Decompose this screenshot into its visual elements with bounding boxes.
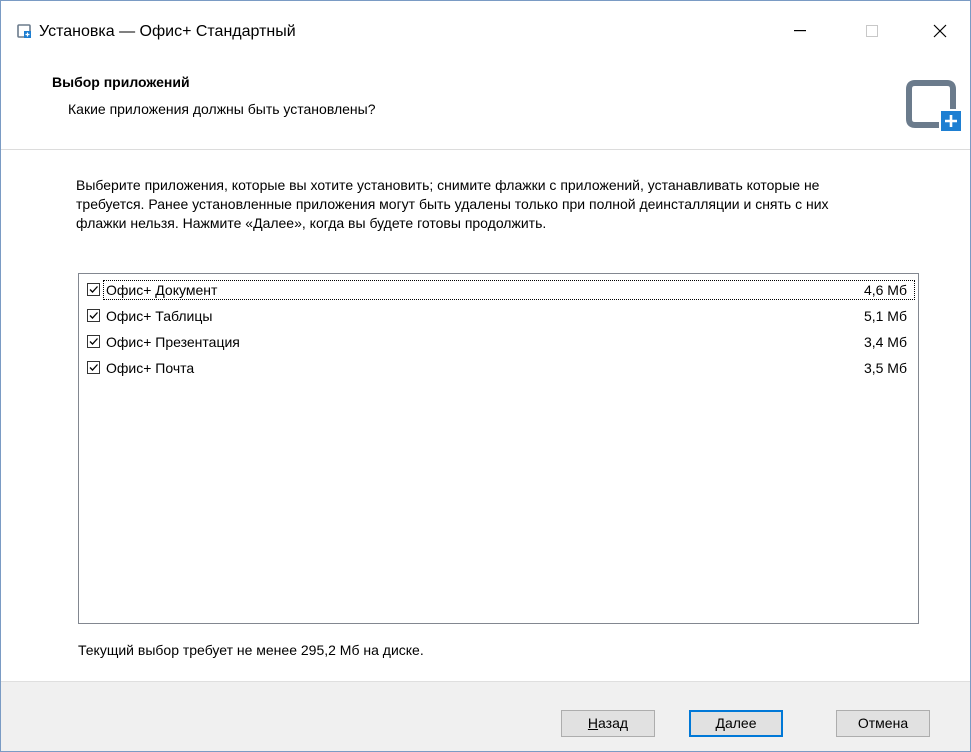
- close-icon: [933, 24, 947, 38]
- component-checkbox[interactable]: [87, 283, 100, 296]
- minimize-button[interactable]: [777, 9, 823, 53]
- maximize-icon: [866, 25, 878, 37]
- next-button[interactable]: Далее: [689, 710, 783, 737]
- app-icon: [17, 24, 31, 38]
- minimize-icon: [794, 30, 806, 32]
- instructions-text: Выберите приложения, которые вы хотите у…: [76, 177, 829, 231]
- title-bar[interactable]: Установка — Офис+ Стандартный: [1, 1, 970, 61]
- app-logo-icon: [906, 80, 961, 131]
- component-size: 5,1 Мб: [863, 308, 907, 324]
- next-accelerator: Д: [715, 715, 725, 731]
- header-separator: [1, 149, 970, 150]
- component-size: 3,4 Мб: [863, 334, 907, 350]
- checkmark-icon: [89, 364, 98, 371]
- back-accelerator: Н: [587, 715, 599, 731]
- component-label: Офис+ Документ: [106, 282, 218, 298]
- close-button[interactable]: [917, 9, 963, 53]
- component-item-presentation[interactable]: Офис+ Презентация 3,4 Мб: [85, 332, 915, 354]
- disk-space-info: Текущий выбор требует не менее 295,2 Мб …: [78, 642, 424, 658]
- checkmark-icon: [89, 312, 98, 319]
- page-subtitle: Какие приложения должны быть установлены…: [68, 101, 376, 117]
- component-size: 3,5 Мб: [863, 360, 907, 376]
- component-checkbox[interactable]: [87, 309, 100, 322]
- back-label-rest: азад: [598, 715, 629, 731]
- component-checkbox[interactable]: [87, 335, 100, 348]
- checkmark-icon: [89, 286, 98, 293]
- back-button[interactable]: Назад: [561, 710, 655, 737]
- component-size: 4,6 Мб: [863, 282, 907, 298]
- component-item-mail[interactable]: Офис+ Почта 3,5 Мб: [85, 358, 915, 380]
- button-bar: Назад Далее Отмена: [1, 681, 970, 751]
- component-checkbox[interactable]: [87, 361, 100, 374]
- component-label: Офис+ Таблицы: [106, 308, 213, 324]
- component-item-document[interactable]: Офис+ Документ 4,6 Мб: [85, 280, 915, 302]
- installer-window: Установка — Офис+ Стандартный Выбор прил…: [0, 0, 971, 752]
- component-label: Офис+ Презентация: [106, 334, 240, 350]
- component-label: Офис+ Почта: [106, 360, 195, 376]
- window-title: Установка — Офис+ Стандартный: [39, 23, 296, 40]
- cancel-button[interactable]: Отмена: [836, 710, 930, 737]
- next-label-rest: алее: [724, 715, 757, 731]
- components-list[interactable]: Офис+ Документ 4,6 Мб Офис+ Таблицы 5,1 …: [78, 273, 919, 624]
- maximize-button[interactable]: [849, 9, 895, 53]
- checkmark-icon: [89, 338, 98, 345]
- component-item-spreadsheets[interactable]: Офис+ Таблицы 5,1 Мб: [85, 306, 915, 328]
- focus-rectangle: [103, 280, 915, 300]
- page-title: Выбор приложений: [52, 74, 190, 90]
